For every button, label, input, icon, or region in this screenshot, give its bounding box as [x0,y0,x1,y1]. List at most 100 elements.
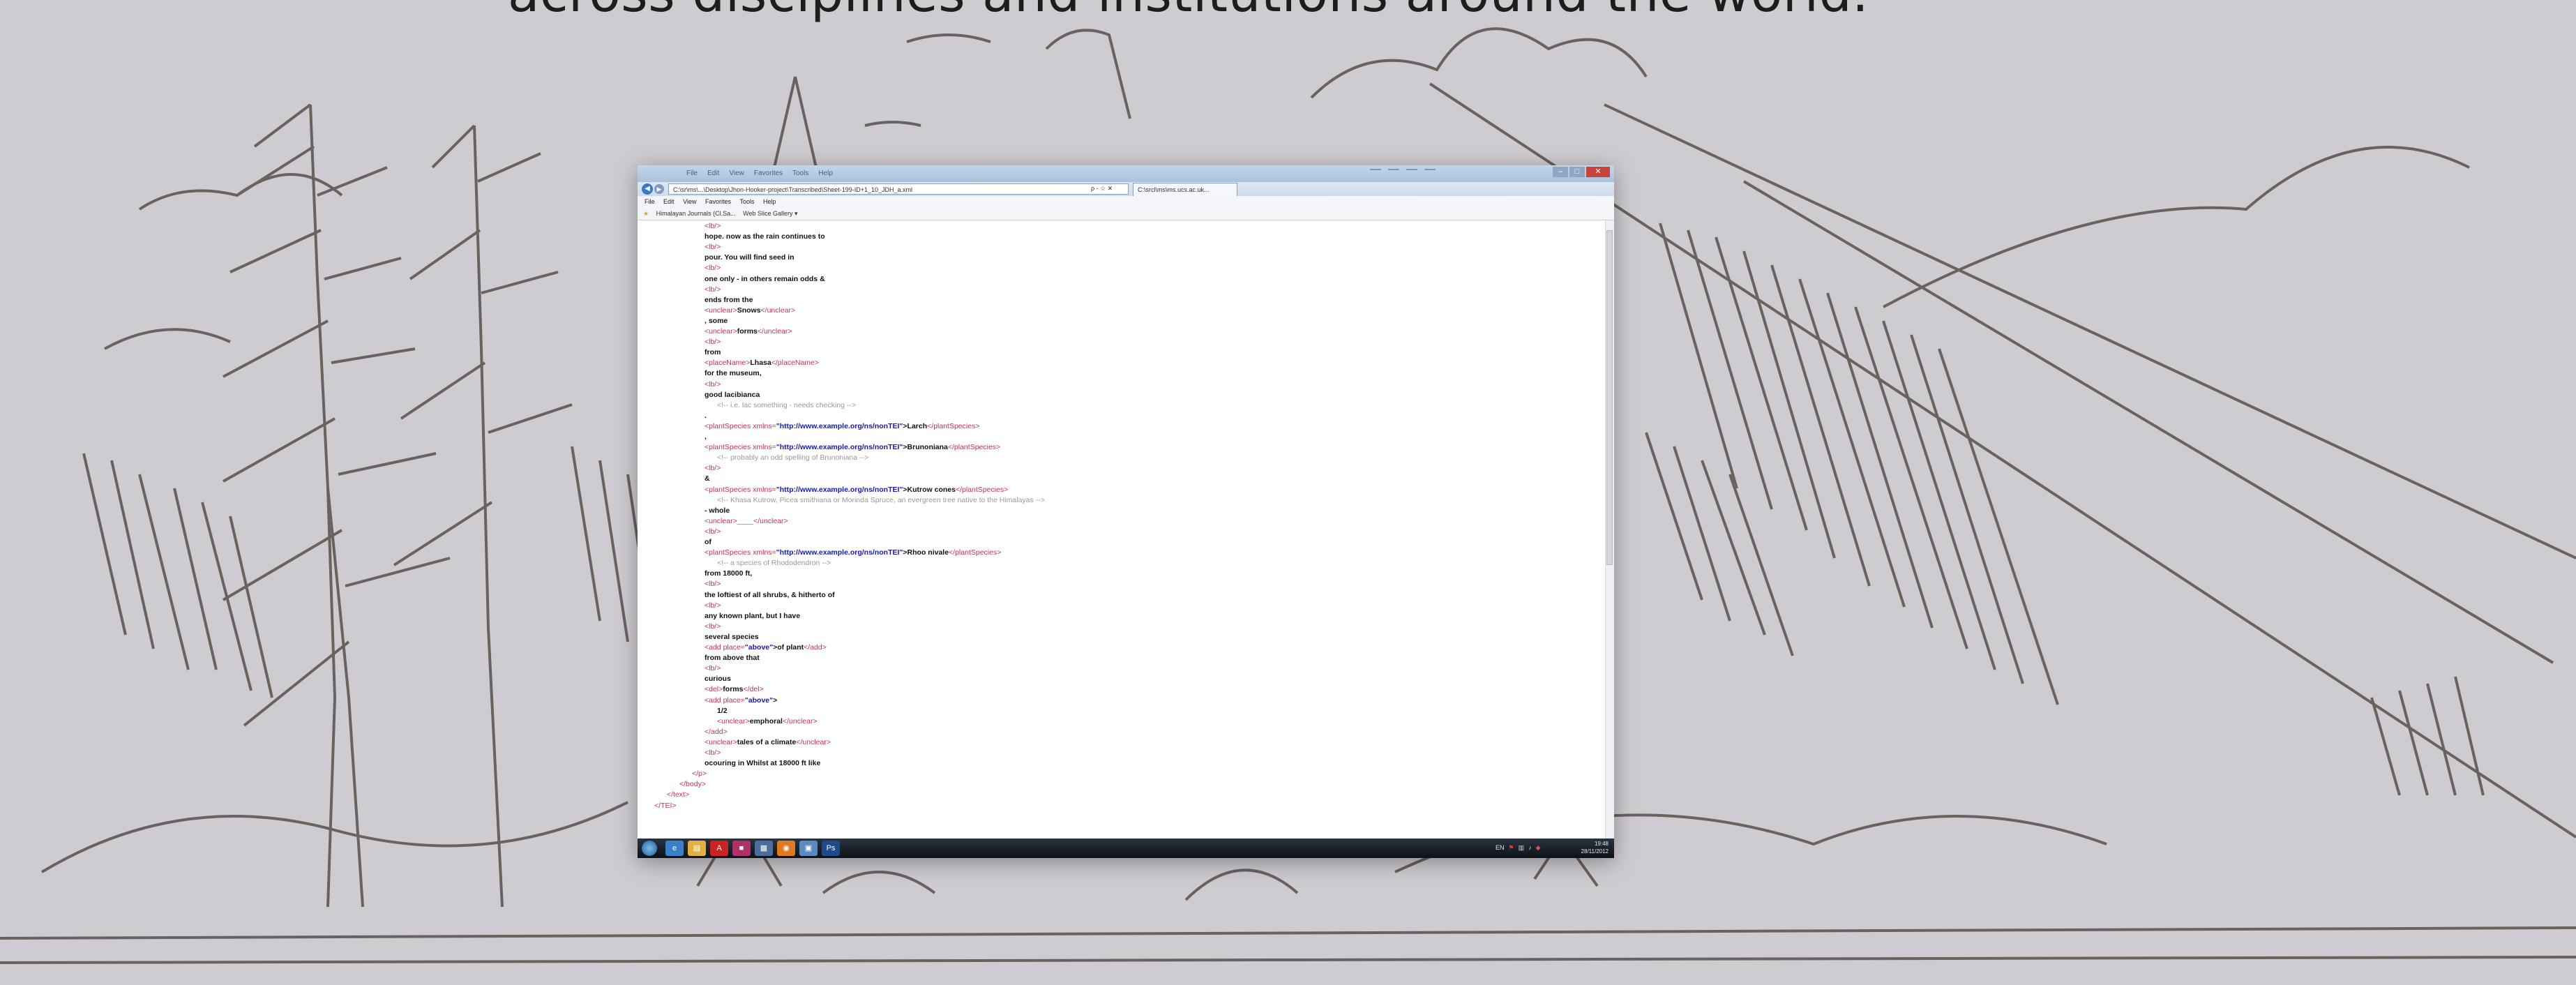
photoshop-icon[interactable]: Ps [822,841,840,856]
xml-text-line: from [705,348,721,357]
xml-tag-line: <unclear>emphoral</unclear> [717,716,818,725]
xml-tag-line: <plantSpecies xmlns="http://www.example.… [705,443,1001,452]
xml-text-line: . [705,411,707,420]
titlebar-menu-edit[interactable]: Edit [707,170,719,177]
flag-icon[interactable]: ⚑ [1509,844,1514,852]
network-tray-icon[interactable]: ▥ [1519,844,1525,852]
xml-text-line: , some [705,316,728,325]
clock-time: 19:48 [1594,841,1609,847]
favorites-star-icon[interactable]: ★ [643,208,649,220]
window-controls: – □ ✕ [1553,167,1610,177]
xml-text-line: several species [705,632,759,641]
xml-text-line: pour. You will find seed in [705,253,794,262]
tray-language[interactable]: EN [1496,844,1505,852]
xml-tag-line: </TEI> [654,801,677,810]
xml-comment-line: <!-- Khasa Kutrow, Picea smithiana or Mo… [717,495,1045,504]
xml-tag-line: <lb/> [705,601,721,610]
clock[interactable]: 19:48 28/11/2012 [1581,840,1609,855]
xml-comment-line: <!-- probably an odd spelling of Brunoni… [717,453,869,463]
taskbar: e ▤ A ■ ▦ ◉ ▣ Ps EN ⚑ ▥ ♪ ◆ 19:48 28/11/… [638,839,1614,858]
firefox-icon[interactable]: ◉ [777,841,795,856]
xml-tag-line: <lb/> [705,580,721,589]
browser-tab[interactable]: C:\srcl\ms\ms.ucs.ac.uk... [1133,183,1237,196]
back-icon[interactable]: ◀ [642,183,653,195]
slide-caption: across disciplines and institutions arou… [508,0,1869,24]
xml-text-line: from above that [705,654,760,663]
xml-tag-line: <lb/> [705,243,721,252]
xml-text-line: the loftiest of all shrubs, & hitherto o… [705,590,835,599]
minimize-icon[interactable]: – [1553,167,1568,177]
titlebar-menu-help[interactable]: Help [818,170,833,177]
xml-tag-line: </add> [705,727,728,736]
xml-text-line: - whole [705,506,730,515]
menu-edit[interactable]: Edit [663,196,675,208]
vertical-scrollbar[interactable] [1605,220,1614,839]
titlebar-button-1[interactable] [1370,169,1381,170]
xml-tag-line: <lb/> [705,749,721,757]
favorite-link-himalayan[interactable]: Himalayan Journals (Cl.Sa... [656,208,736,220]
titlebar-menu-tools[interactable]: Tools [792,170,808,177]
xml-tag-line: <placeName>Lhasa</placeName> [705,359,820,368]
xml-tag-line: <lb/> [705,464,721,473]
volume-icon[interactable]: ♪ [1528,844,1532,852]
titlebar-menu: File Edit View Favorites Tools Help [686,170,833,177]
xml-tag-line: <unclear>forms</unclear> [705,327,792,336]
xml-tag-line: <lb/> [705,264,721,273]
titlebar-button-2[interactable] [1388,169,1399,170]
titlebar-menu-file[interactable]: File [686,170,698,177]
xml-tag-line: <lb/> [705,664,721,673]
xml-comment-line: <!-- i.e. lac something - needs checking… [717,400,857,409]
xml-tag-line: </body> [679,780,706,789]
close-icon[interactable]: ✕ [1586,167,1610,177]
network-icon[interactable]: ▦ [755,841,773,856]
forward-icon[interactable]: ▶ [654,184,664,194]
favorites-bar: ★ Himalayan Journals (Cl.Sa... Web Slice… [638,208,1614,220]
xml-text-line: hope. now as the rain continues to [705,232,825,241]
xml-tag-line: </p> [692,769,707,779]
xml-text-line: ends from the [705,295,753,304]
titlebar-menu-favorites[interactable]: Favorites [754,170,783,177]
browser-window: File Edit View Favorites Tools Help – □ … [638,165,1614,858]
xml-text-line: curious [705,675,731,684]
start-button[interactable] [642,841,657,856]
system-tray-icons: EN ⚑ ▥ ♪ ◆ [1496,844,1541,852]
menu-favorites[interactable]: Favorites [705,196,731,208]
xml-tag-line: <plantSpecies xmlns="http://www.example.… [705,421,980,430]
xml-tag-line: <add place="above"> [705,695,778,705]
acrobat-icon[interactable]: A [710,841,728,856]
xml-tag-line: <lb/> [705,622,721,631]
xml-text-line: any known plant, but I have [705,611,801,620]
menu-help[interactable]: Help [763,196,776,208]
menu-bar: File Edit View Favorites Tools Help [638,196,1614,209]
address-controls[interactable]: ρ - ☆ ✕ [1091,185,1113,193]
app-icon[interactable]: ■ [732,841,751,856]
xml-text-line: one only - in others remain odds & [705,274,825,283]
scrollbar-thumb[interactable] [1606,230,1613,565]
menu-view[interactable]: View [683,196,696,208]
xml-tag-line: <lb/> [705,285,721,294]
folder-icon[interactable]: ▤ [688,841,706,856]
titlebar-button-4[interactable] [1424,169,1436,170]
xml-tag-line: <unclear>____</unclear> [705,516,788,525]
maximize-icon[interactable]: □ [1569,167,1585,177]
menu-file[interactable]: File [645,196,655,208]
xml-tag-line: <plantSpecies xmlns="http://www.example.… [705,548,1002,557]
xml-text-line: of [705,538,711,546]
xml-content-view: <lb/> hope. now as the rain continues to <… [638,220,1606,839]
xml-text-line: , [705,433,707,441]
internet-explorer-icon[interactable]: e [665,841,684,856]
titlebar-button-3[interactable] [1406,169,1417,170]
favorite-link-web-slice[interactable]: Web Slice Gallery ▾ [743,208,797,220]
title-bar: File Edit View Favorites Tools Help – □ … [638,165,1614,182]
shield-icon[interactable]: ◆ [1536,844,1541,852]
titlebar-menu-view[interactable]: View [729,170,744,177]
navigation-bar: ◀ ▶ C:\sr\ms\...\Desktop\Jhon-Hooker-pro… [638,182,1614,196]
xml-tag-line: </text> [667,790,690,799]
address-bar[interactable]: C:\sr\ms\...\Desktop\Jhon-Hooker-project… [668,183,1129,195]
files-icon[interactable]: ▣ [799,841,818,856]
xml-text-line: & [705,474,710,483]
xml-text-line: good lacibianca [705,390,760,399]
titlebar-right-buttons [1370,169,1436,170]
xml-tag-line: <lb/> [705,222,721,230]
menu-tools[interactable]: Tools [739,196,754,208]
